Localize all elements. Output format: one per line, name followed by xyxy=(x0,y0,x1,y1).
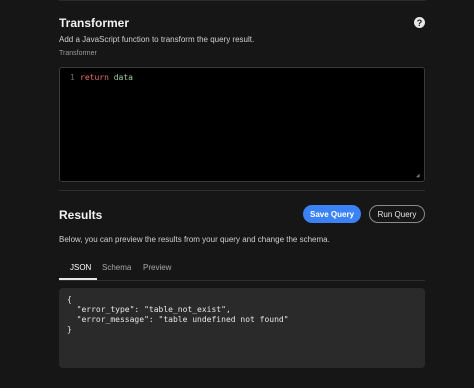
results-title: Results xyxy=(59,208,103,222)
results-tabs: JSON Schema Preview xyxy=(59,256,425,281)
json-line: "error_type": "table_not_exist", xyxy=(67,305,231,314)
code-keyword: return xyxy=(80,73,109,82)
run-query-button[interactable]: Run Query xyxy=(369,205,425,223)
code-identifier: data xyxy=(113,73,133,82)
top-divider xyxy=(59,0,426,1)
tab-json[interactable]: JSON xyxy=(70,263,91,272)
tab-preview[interactable]: Preview xyxy=(143,263,171,272)
json-result-view: { "error_type": "table_not_exist", "erro… xyxy=(59,288,425,368)
query-panel: Transformer ? Add a JavaScript function … xyxy=(0,0,474,388)
json-line: } xyxy=(67,325,72,334)
transformer-code-editor[interactable]: 1 return data ◢ xyxy=(59,67,425,182)
editor-line-number: 1 xyxy=(70,73,75,82)
question-circle-icon[interactable]: ? xyxy=(414,17,425,28)
tab-schema[interactable]: Schema xyxy=(102,263,131,272)
json-line: { xyxy=(67,295,72,304)
editor-code-line: return data xyxy=(80,73,133,82)
transformer-description: Add a JavaScript function to transform t… xyxy=(59,35,255,44)
section-divider xyxy=(59,190,425,191)
results-description: Below, you can preview the results from … xyxy=(59,235,330,244)
transformer-title: Transformer xyxy=(59,16,130,30)
json-line: "error_message": "table undefined not fo… xyxy=(67,315,289,324)
save-query-button[interactable]: Save Query xyxy=(303,205,361,223)
resize-handle-icon[interactable]: ◢ xyxy=(416,173,422,179)
transformer-field-label: Transformer xyxy=(59,50,97,57)
active-tab-indicator xyxy=(59,278,97,280)
